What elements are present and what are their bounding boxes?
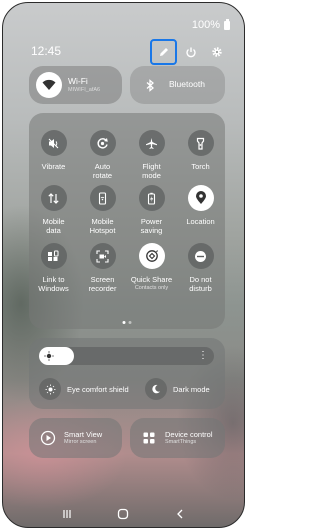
qs-tile-do-not-disturb[interactable]: Do not disturb [176, 243, 225, 293]
do-not-disturb-icon[interactable] [187, 243, 214, 269]
battery-percent: 100% [191, 19, 220, 31]
sun-icon [44, 351, 54, 361]
home-icon [118, 508, 129, 520]
more-options-icon[interactable]: ⋮ [198, 350, 208, 362]
clock: 12:45 [31, 44, 62, 58]
qs-label: Mobile Hotspot [89, 217, 116, 235]
device-control-icon [138, 427, 160, 449]
qs-tile-hotspot[interactable]: Mobile Hotspot [78, 185, 127, 235]
qs-label: Vibrate [41, 162, 66, 171]
smart-view-icon [37, 427, 59, 449]
recents-button[interactable] [57, 507, 77, 521]
edit-button[interactable] [150, 39, 177, 65]
bluetooth-tile[interactable]: Bluetooth [130, 66, 225, 104]
qs-label: Quick Share [130, 275, 173, 284]
power-icon [186, 47, 196, 58]
qs-tile-link-to-windows[interactable]: Link to Windows [29, 243, 78, 293]
qs-tile-auto-rotate[interactable]: Auto rotate [78, 130, 127, 180]
qs-label: Mobile data [42, 217, 65, 235]
dark-mode-toggle[interactable]: Dark mode [145, 378, 210, 400]
wifi-title: Wi-Fi [68, 76, 88, 87]
device-control-subtitle: SmartThings [165, 439, 197, 446]
recents-icon [63, 510, 71, 518]
qs-tile-location[interactable]: Location [176, 185, 225, 227]
qs-label: Power saving [140, 217, 163, 235]
qs-tile-torch[interactable]: Torch [176, 130, 225, 172]
wifi-network: MIWIFI_afA6 [68, 86, 101, 93]
navigation-bar [3, 507, 244, 521]
brightness-slider[interactable]: ⋮ [39, 347, 214, 365]
brightness-fill[interactable] [39, 347, 74, 365]
screen-recorder-icon[interactable] [89, 243, 116, 269]
back-button[interactable] [170, 507, 190, 521]
dark-mode-label: Dark mode [173, 384, 210, 394]
qs-label: Location [186, 217, 215, 226]
back-icon [176, 509, 183, 519]
smart-view-subtitle: Mirror screen [64, 439, 97, 446]
eye-comfort-toggle[interactable]: Eye comfort shield [39, 378, 129, 400]
smart-view-title: Smart View [64, 429, 103, 439]
smart-view-tile[interactable]: Smart View Mirror screen [29, 418, 122, 458]
eye-comfort-label: Eye comfort shield [67, 384, 129, 394]
brightness-panel: ⋮ Eye comfort shield Dark mode [29, 338, 225, 409]
bluetooth-title: Bluetooth [169, 79, 205, 90]
bluetooth-icon [146, 78, 154, 92]
vibrate-icon[interactable] [40, 130, 67, 156]
auto-rotate-icon[interactable] [89, 130, 116, 156]
qs-label: Do not disturb [189, 275, 212, 293]
bluetooth-toggle[interactable] [137, 72, 163, 98]
device-control-title: Device control [165, 429, 213, 439]
qs-tile-screen-recorder[interactable]: Screen recorder [78, 243, 127, 293]
qs-label: Flight mode [142, 162, 161, 180]
quick-share-icon[interactable] [138, 243, 165, 269]
qs-label: Screen recorder [88, 275, 117, 293]
torch-icon[interactable] [187, 130, 214, 156]
top-actions [150, 39, 229, 65]
edit-icon [159, 48, 168, 56]
qs-tile-quick-share[interactable]: Quick Share Contacts only [127, 243, 176, 291]
wifi-tile[interactable]: Wi-Fi MIWIFI_afA6 [29, 66, 122, 104]
page-dot-1 [122, 321, 126, 324]
settings-button[interactable] [205, 40, 229, 64]
hotspot-icon[interactable] [89, 185, 116, 211]
home-button[interactable] [113, 507, 133, 521]
mobile-data-icon[interactable] [40, 185, 67, 211]
eye-comfort-icon [39, 378, 61, 400]
power-saving-icon[interactable] [138, 185, 165, 211]
page-indicator [122, 321, 132, 324]
power-button[interactable] [179, 40, 203, 64]
qs-tile-mobile-data[interactable]: Mobile data [29, 185, 78, 235]
wifi-toggle[interactable] [36, 72, 62, 98]
qs-label: Link to Windows [38, 275, 69, 293]
qs-sublabel: Contacts only [134, 284, 169, 291]
airplane-icon[interactable] [138, 130, 165, 156]
qs-tile-power-saving[interactable]: Power saving [127, 185, 176, 235]
qs-label: Auto rotate [92, 162, 113, 180]
qs-tile-vibrate[interactable]: Vibrate [29, 130, 78, 172]
location-icon[interactable] [187, 185, 214, 211]
qs-label: Torch [191, 162, 210, 171]
status-bar: 100% [191, 18, 230, 31]
moon-icon [145, 378, 167, 400]
qs-tile-airplane[interactable]: Flight mode [127, 130, 176, 180]
link-to-windows-icon[interactable] [40, 243, 67, 269]
phone-screen: 100% 12:45 Wi-Fi MIWIFI_afA6 Bluetooth V… [2, 2, 245, 528]
battery-icon [224, 18, 230, 30]
quick-settings-panel: Vibrate Auto rotate Flight mode Torch Mobile… [29, 113, 225, 329]
wifi-icon [42, 79, 56, 90]
device-control-tile[interactable]: Device control SmartThings [130, 418, 225, 458]
settings-icon [212, 47, 222, 57]
page-dot-2 [128, 321, 132, 324]
